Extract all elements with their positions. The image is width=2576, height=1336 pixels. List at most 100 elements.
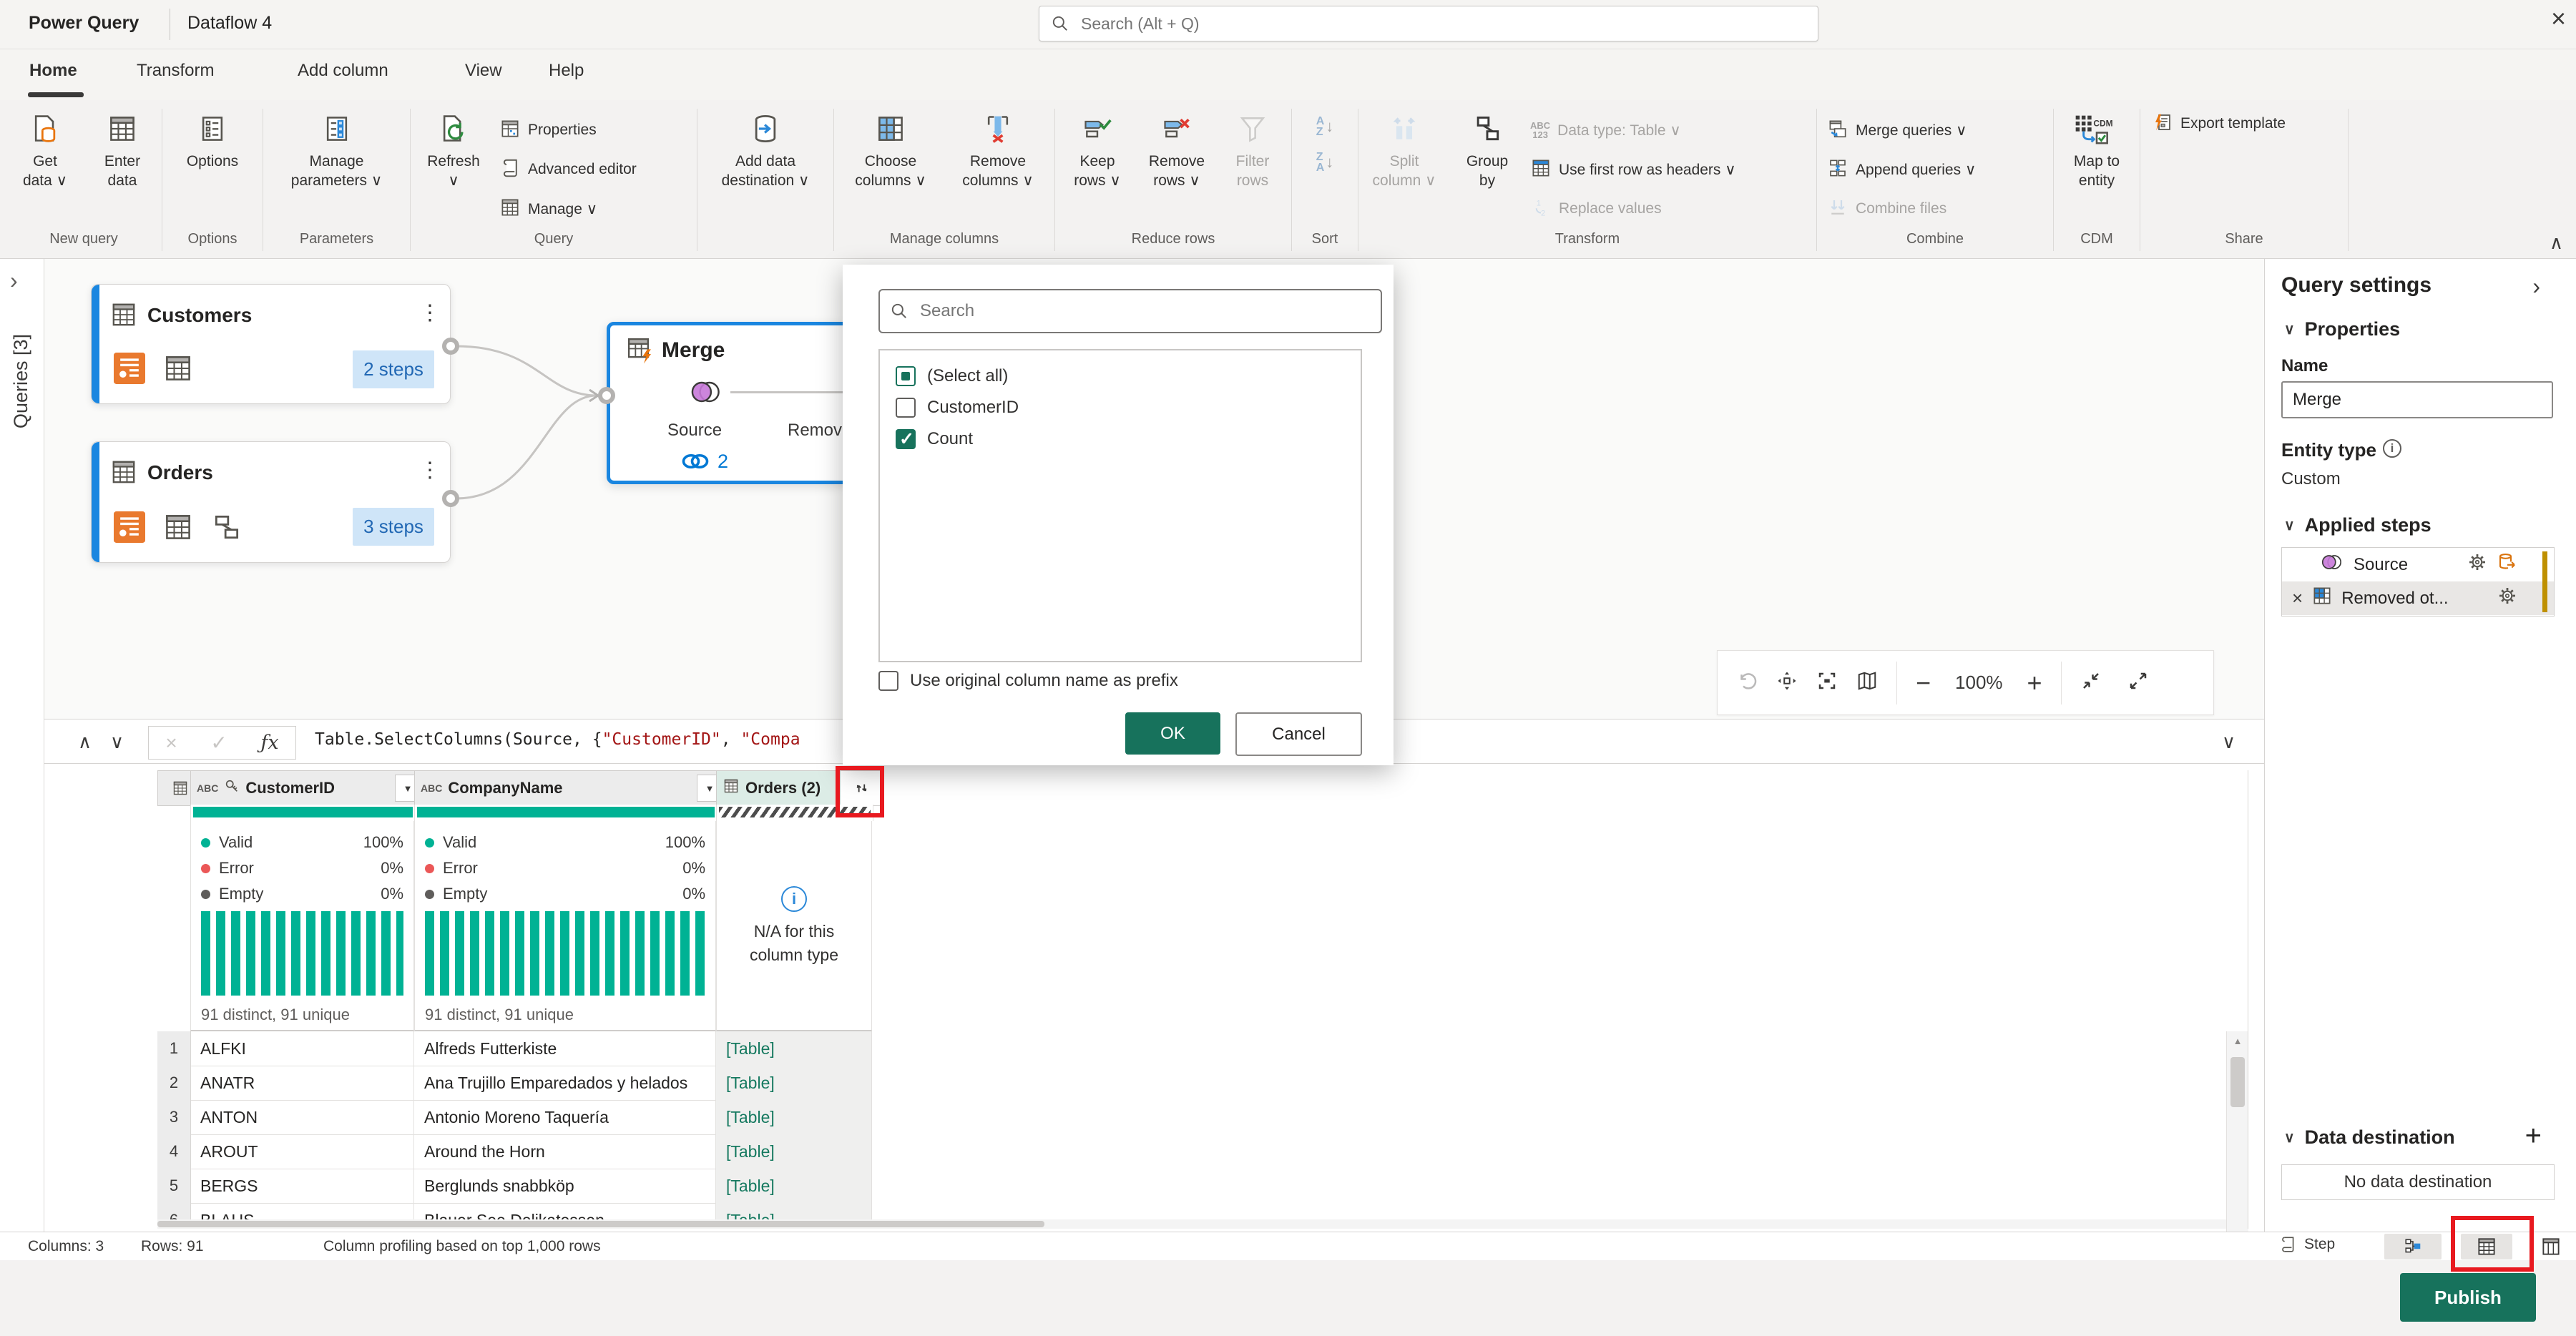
manage-parameters-button[interactable]: Manage parameters ∨ (276, 107, 398, 190)
add-destination-icon[interactable]: + (2525, 1123, 2542, 1149)
close-icon[interactable]: × (2551, 6, 2566, 31)
fit-to-screen-icon[interactable] (1816, 670, 1838, 695)
applied-step-removed-other-columns[interactable]: × Removed ot... (2282, 581, 2554, 615)
mini-map-icon[interactable] (1856, 670, 1878, 695)
tab-transform[interactable]: Transform (137, 61, 214, 81)
info-icon[interactable]: i (2383, 439, 2401, 458)
export-template-button[interactable]: Export template (2152, 107, 2286, 140)
dialog-search-input[interactable] (919, 300, 1371, 322)
tab-add-column[interactable]: Add column (298, 61, 388, 81)
quality-bar-companyname[interactable] (414, 805, 718, 821)
merge-queries-button[interactable]: Merge queries ∨ (1827, 112, 1976, 149)
manage-button[interactable]: Manage ∨ (499, 190, 637, 227)
table-row[interactable]: 6 BLAUS Blauer See Delikatessen [Table] (157, 1203, 872, 1219)
choose-columns-button[interactable]: Choose columns ∨ (841, 107, 941, 190)
use-first-row-as-headers-button[interactable]: Use first row as headers ∨ (1530, 151, 1736, 188)
table-row[interactable]: 5 BERGS Berglunds snabbköp [Table] (157, 1169, 872, 1204)
properties-section-header[interactable]: ∨ Properties (2284, 318, 2400, 340)
diagram-view-toggle[interactable] (2384, 1234, 2442, 1259)
zoom-level[interactable]: 100% (1955, 672, 2003, 694)
data-view-toggle[interactable] (2461, 1234, 2512, 1259)
group-by-button[interactable]: Group by (1453, 107, 1522, 190)
query-name-field[interactable] (2281, 381, 2553, 418)
search-input[interactable] (1079, 14, 1806, 34)
options-button[interactable]: Options (173, 107, 252, 171)
expand-formula-bar-icon[interactable]: ∨ (2222, 731, 2235, 753)
tab-view[interactable]: View (465, 61, 502, 81)
table-link[interactable]: [Table] (716, 1031, 872, 1066)
collapse-panel-icon[interactable]: › (2532, 273, 2540, 300)
add-data-destination-button[interactable]: Add data destination ∨ (705, 107, 826, 190)
map-to-entity-button[interactable]: CDM Map to entity (2057, 107, 2136, 190)
applied-step-source[interactable]: Source (2282, 548, 2554, 581)
formula-input[interactable]: Table.SelectColumns(Source, {"CustomerID… (315, 730, 800, 749)
table-link[interactable]: [Table] (716, 1169, 872, 1203)
queries-pane-label[interactable]: Queries [3] (10, 334, 32, 428)
expand-queries-icon[interactable]: › (10, 267, 18, 294)
value-distribution-histogram[interactable] (201, 911, 403, 996)
data-destination-section-header[interactable]: ∨ Data destination (2284, 1126, 2455, 1149)
tab-help[interactable]: Help (549, 61, 584, 81)
zoom-in-icon[interactable]: + (2027, 670, 2042, 696)
scroll-up-icon[interactable]: ▲ (2227, 1036, 2248, 1046)
cancel-button[interactable]: Cancel (1235, 712, 1362, 756)
keep-rows-button[interactable]: Keep rows ∨ (1062, 107, 1133, 190)
query-node-merge[interactable]: Merge Source Remov 2 (607, 322, 850, 484)
table-link[interactable]: [Table] (716, 1066, 872, 1100)
dialog-search[interactable] (878, 289, 1382, 333)
step-label-source[interactable]: Source (667, 421, 722, 441)
publish-button[interactable]: Publish (2400, 1273, 2536, 1322)
table-row[interactable]: 4 AROUT Around the Horn [Table] (157, 1134, 872, 1169)
scrollbar-thumb[interactable] (157, 1221, 1044, 1227)
refresh-button[interactable]: Refresh ∨ (418, 107, 489, 190)
quality-bar-customerid[interactable] (190, 805, 416, 821)
horizontal-scrollbar[interactable] (157, 1219, 2226, 1229)
output-port-orders[interactable] (442, 490, 459, 507)
status-profiling-note[interactable]: Column profiling based on top 1,000 rows (323, 1238, 601, 1255)
collapse-all-icon[interactable] (2080, 670, 2102, 695)
value-distribution-histogram[interactable] (425, 911, 705, 996)
previous-step-icon[interactable]: ∧ (78, 731, 92, 753)
input-port-merge[interactable] (598, 387, 615, 404)
delete-step-icon[interactable]: × (2292, 587, 2303, 609)
steps-badge[interactable]: 2 steps (353, 350, 434, 388)
expand-column-button[interactable] (840, 770, 883, 806)
checklist-item-customerid[interactable]: CustomerID (880, 392, 1361, 423)
append-queries-button[interactable]: Append queries ∨ (1827, 151, 1976, 188)
step-script-button[interactable]: Step (2278, 1235, 2335, 1254)
node-menu-icon[interactable]: ⋮ (419, 460, 441, 481)
node-menu-icon[interactable]: ⋮ (419, 303, 441, 324)
checkbox[interactable] (878, 671, 898, 691)
table-link[interactable]: [Table] (716, 1203, 872, 1219)
table-link[interactable]: [Table] (716, 1134, 872, 1169)
checkbox[interactable] (896, 429, 916, 449)
expand-all-icon[interactable] (2127, 670, 2149, 695)
steps-badge[interactable]: 3 steps (353, 508, 434, 546)
gear-icon[interactable] (2467, 551, 2488, 578)
pan-icon[interactable] (1776, 670, 1798, 695)
scrollbar-thumb[interactable] (2230, 1057, 2245, 1107)
column-header-customerid[interactable]: ABC CustomerID ▼ (190, 770, 427, 806)
data-destination-icon[interactable] (2497, 551, 2518, 578)
properties-button[interactable]: Properties (499, 112, 637, 149)
table-row[interactable]: 2 ANATR Ana Trujillo Emparedados y helad… (157, 1066, 872, 1101)
next-step-icon[interactable]: ∨ (110, 731, 124, 753)
output-port-customers[interactable] (442, 338, 459, 355)
remove-rows-button[interactable]: Remove rows ∨ (1137, 107, 1216, 190)
remove-columns-button[interactable]: Remove columns ∨ (948, 107, 1048, 190)
checklist-item-count[interactable]: Count (880, 423, 1361, 455)
query-node-customers[interactable]: Customers ⋮ 2 steps (91, 284, 451, 404)
table-row[interactable]: 1 ALFKI Alfreds Futterkiste [Table] (157, 1031, 872, 1066)
checkbox[interactable] (896, 398, 916, 418)
checkbox[interactable] (896, 366, 916, 386)
get-data-button[interactable]: Get data ∨ (9, 107, 81, 190)
applied-steps-section-header[interactable]: ∨ Applied steps (2284, 514, 2431, 536)
enter-data-button[interactable]: Enter data (87, 107, 158, 190)
collapse-ribbon-icon[interactable]: ∧ (2550, 232, 2563, 254)
schema-view-toggle[interactable] (2530, 1234, 2572, 1259)
column-header-companyname[interactable]: ABC CompanyName ▼ (414, 770, 729, 806)
tab-home[interactable]: Home (29, 61, 77, 81)
checklist-item-select-all[interactable]: (Select all) (880, 360, 1361, 392)
prefix-option[interactable]: Use original column name as prefix (878, 671, 1178, 691)
query-node-orders[interactable]: Orders ⋮ 3 steps (91, 441, 451, 563)
